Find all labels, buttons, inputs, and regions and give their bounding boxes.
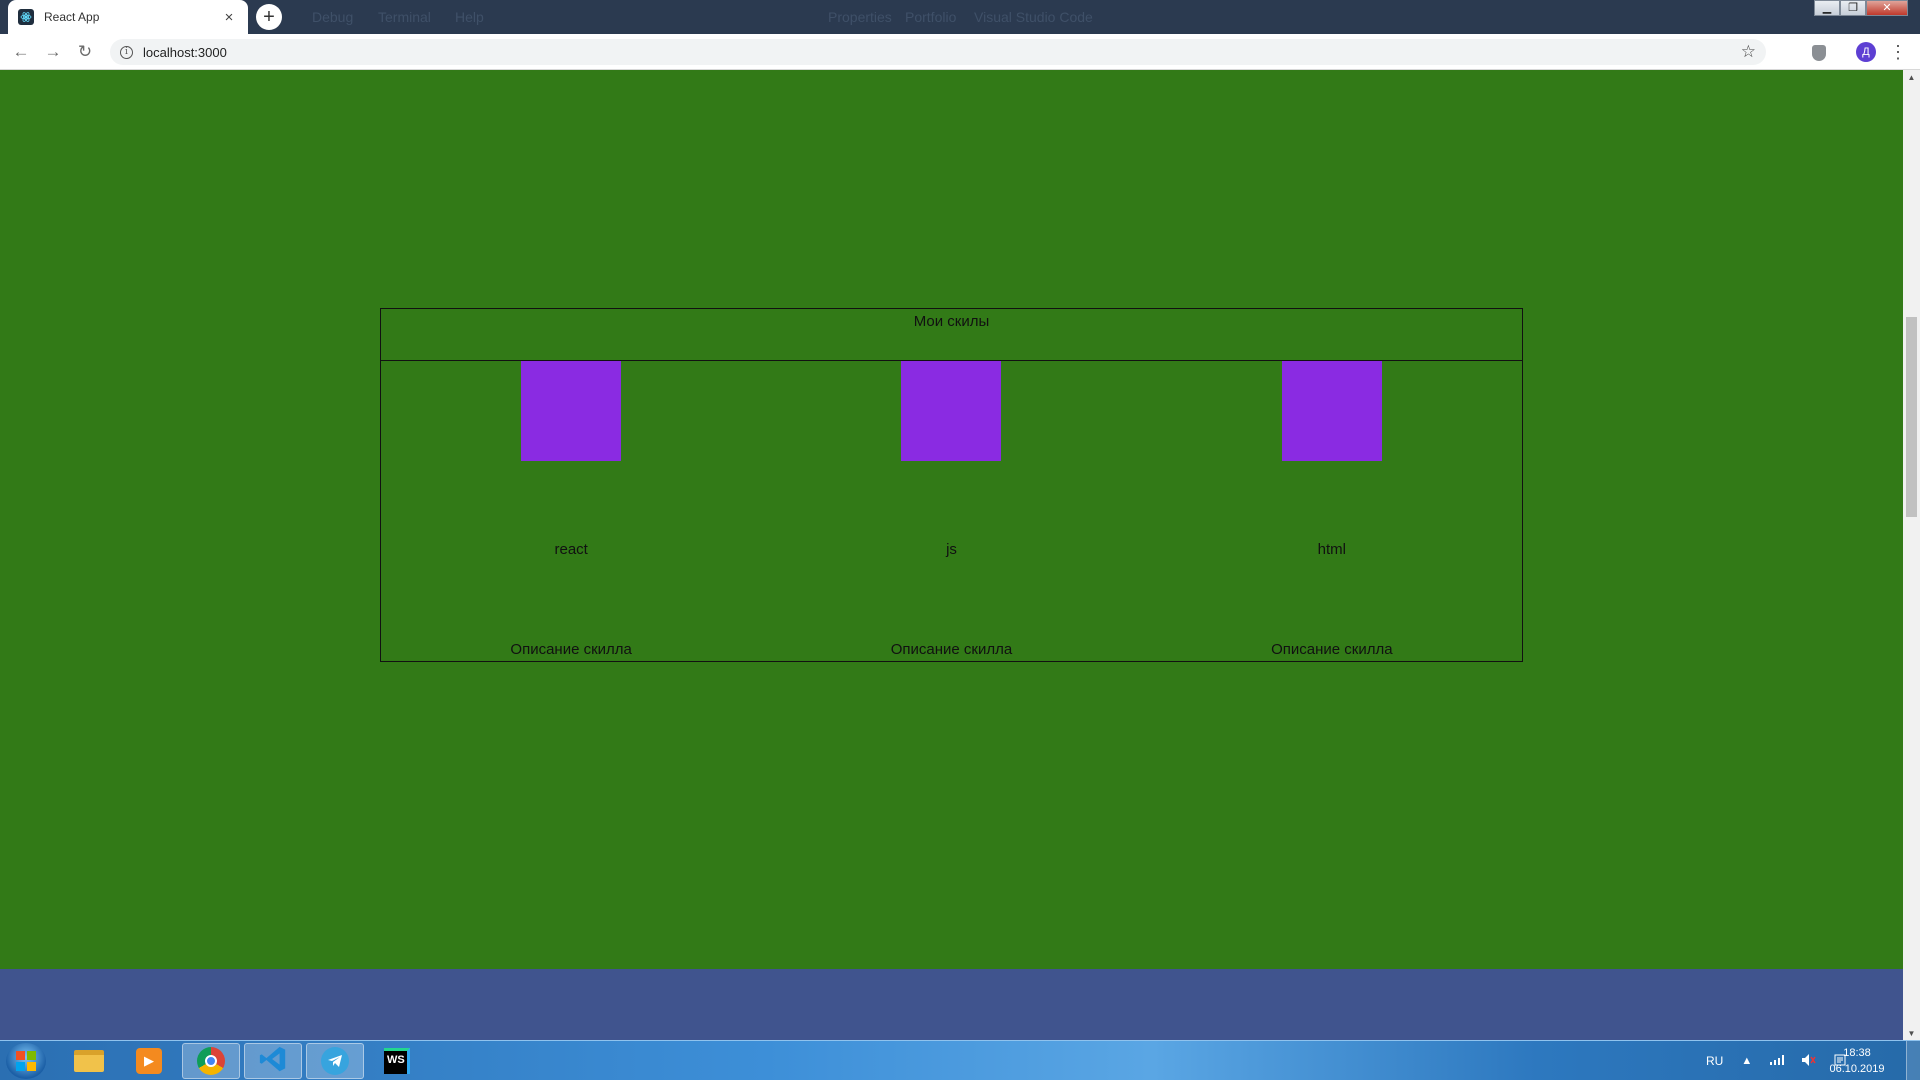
show-desktop-button[interactable] xyxy=(1906,1041,1920,1080)
skills-list: react Описание скилла js Описание скилла… xyxy=(381,361,1522,662)
windows-logo-icon xyxy=(16,1051,36,1071)
skill-image xyxy=(901,361,1002,461)
scroll-thumb[interactable] xyxy=(1906,317,1917,517)
tab-title: React App xyxy=(44,10,100,24)
skill-description: Описание скилла xyxy=(510,641,632,658)
vscode-icon xyxy=(258,1044,288,1079)
browser-menu-icon[interactable]: ⋮ xyxy=(1889,42,1907,62)
skills-section: Мои скилы react Описание скилла js Описа… xyxy=(380,308,1523,662)
clock-time: 18:38 xyxy=(1843,1047,1871,1059)
skill-image xyxy=(521,361,622,461)
bookmark-star-icon[interactable]: ☆ xyxy=(1741,42,1756,62)
skill-name: react xyxy=(554,541,588,558)
scroll-down-icon[interactable]: ▼ xyxy=(1903,1026,1920,1040)
network-icon[interactable] xyxy=(1770,1054,1785,1068)
webstorm-icon: WS xyxy=(384,1048,410,1074)
skills-title: Мои скилы xyxy=(381,309,1522,361)
restore-button[interactable]: ❐ xyxy=(1840,0,1866,16)
taskbar-media-player[interactable]: ▶ xyxy=(120,1043,178,1079)
clock-date: 06.10.2019 xyxy=(1829,1063,1885,1075)
chrome-icon xyxy=(197,1047,225,1075)
file-explorer-icon xyxy=(74,1050,104,1072)
page-scrollbar[interactable]: ▲ ▼ xyxy=(1903,70,1920,1040)
ghost-menu-terminal: Terminal xyxy=(378,9,431,25)
page-viewport: Мои скилы react Описание скилла js Описа… xyxy=(0,70,1903,1040)
close-window-button[interactable]: ✕ xyxy=(1866,0,1908,16)
new-tab-button[interactable]: + xyxy=(256,4,282,30)
taskbar-vscode[interactable] xyxy=(244,1043,302,1079)
reload-button[interactable]: ↻ xyxy=(73,40,97,64)
profile-avatar[interactable]: Д xyxy=(1856,42,1876,62)
system-clock[interactable]: 18:38 06.10.2019 xyxy=(1822,1045,1892,1077)
address-bar[interactable]: i localhost:3000 ☆ xyxy=(110,39,1766,65)
site-info-icon[interactable]: i xyxy=(120,45,133,59)
taskbar-telegram[interactable] xyxy=(306,1043,364,1079)
ghost-title-vscode: Visual Studio Code xyxy=(974,9,1093,25)
skill-card-html: html Описание скилла xyxy=(1142,361,1522,662)
skill-name: html xyxy=(1317,541,1346,558)
taskbar-chrome[interactable] xyxy=(182,1043,240,1079)
browser-titlebar: Debug Terminal Help Properties Portfolio… xyxy=(0,0,1920,34)
volume-muted-icon[interactable] xyxy=(1802,1053,1816,1069)
skill-description: Описание скилла xyxy=(890,641,1013,658)
extension-shield-icon[interactable] xyxy=(1812,45,1826,61)
language-indicator[interactable]: RU xyxy=(1706,1054,1723,1068)
ghost-title-properties: Properties xyxy=(828,9,892,25)
react-favicon-icon xyxy=(18,9,34,25)
skill-card-js: js Описание скилла xyxy=(761,361,1141,662)
ghost-menu-debug: Debug xyxy=(312,9,354,25)
tab-close-icon[interactable]: × xyxy=(220,9,238,26)
tray-expand-icon[interactable]: ▲ xyxy=(1741,1055,1752,1067)
scroll-up-icon[interactable]: ▲ xyxy=(1903,70,1920,84)
skill-description: Описание скилла xyxy=(1271,641,1393,658)
browser-tab-react-app[interactable]: React App × xyxy=(8,0,248,34)
skill-card-react: react Описание скилла xyxy=(381,361,761,662)
ghost-title-portfolio: Portfolio xyxy=(905,9,957,25)
skill-name: js xyxy=(946,541,957,558)
telegram-icon xyxy=(321,1047,349,1075)
back-button[interactable]: ← xyxy=(9,40,33,64)
minimize-button[interactable]: ▁ xyxy=(1814,0,1840,16)
window-controls: ▁ ❐ ✕ xyxy=(1814,0,1908,16)
ghost-menu-help: Help xyxy=(455,9,484,25)
page-footer xyxy=(0,969,1903,1040)
media-player-icon: ▶ xyxy=(136,1048,162,1074)
url-text[interactable]: localhost:3000 xyxy=(143,45,1741,60)
start-button[interactable] xyxy=(6,1043,46,1079)
taskbar-webstorm[interactable]: WS xyxy=(368,1043,426,1079)
windows-taskbar: ▶ WS RU ▲ 18:38 06.10.2019 xyxy=(0,1040,1920,1080)
skill-image xyxy=(1281,361,1382,461)
browser-toolbar: ← → ↻ i localhost:3000 ☆ Д ⋮ xyxy=(0,34,1920,70)
forward-button[interactable]: → xyxy=(41,40,65,64)
taskbar-file-explorer[interactable] xyxy=(60,1043,118,1079)
